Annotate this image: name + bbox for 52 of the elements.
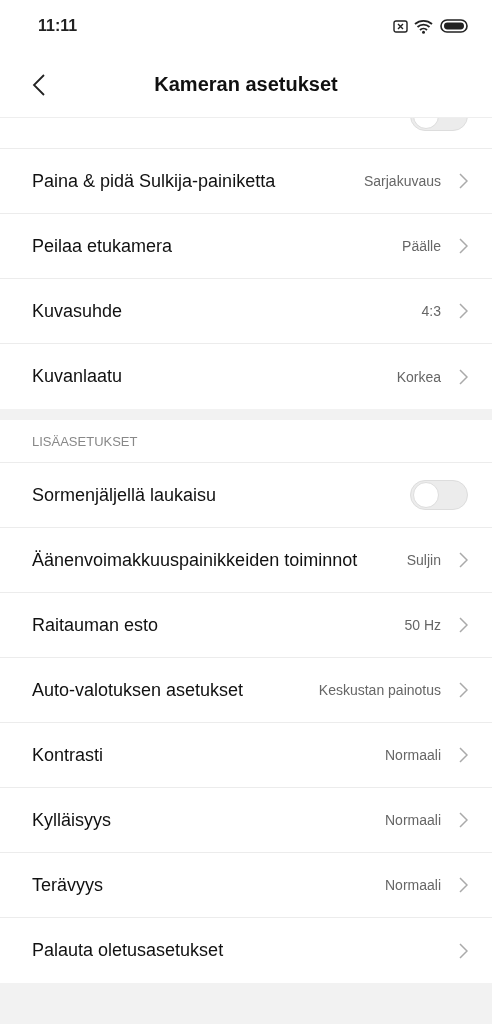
setting-label: Raitauman esto (32, 613, 160, 637)
back-button[interactable] (32, 72, 46, 97)
chevron-icon (459, 617, 468, 633)
setting-row[interactable]: Palauta oletusasetukset (0, 918, 492, 983)
setting-label: Kylläisyys (32, 808, 112, 832)
setting-value: Suljin (406, 552, 441, 568)
chevron-icon (459, 303, 468, 319)
page-title: Kameran asetukset (154, 73, 338, 96)
chevron-icon (459, 682, 468, 698)
chevron-icon (459, 747, 468, 763)
chevron-icon (459, 552, 468, 568)
setting-row[interactable]: Kontrasti Normaali (0, 723, 492, 788)
section-heading: LISÄASETUKSET (0, 420, 492, 463)
wifi-icon (414, 18, 434, 34)
chevron-icon (459, 238, 468, 254)
setting-row[interactable]: Terävyys Normaali (0, 853, 492, 918)
clock-time: 11:11 (38, 17, 78, 35)
setting-value: Normaali (385, 747, 441, 763)
setting-value: Normaali (385, 812, 441, 828)
setting-label: Sormenjäljellä laukaisu (32, 483, 218, 507)
setting-value: 4:3 (421, 303, 441, 319)
setting-row[interactable]: Raitauman esto 50 Hz (0, 593, 492, 658)
setting-label: Äänenvoimakkuuspainikkeiden toiminnot (32, 548, 359, 572)
setting-label: Kuvanlaatu (32, 365, 124, 388)
setting-row[interactable]: Kylläisyys Normaali (0, 788, 492, 853)
setting-row[interactable]: Äänenvoimakkuuspainikkeiden toiminnot Suljin (0, 528, 492, 593)
setting-value: Normaali (385, 877, 441, 893)
setting-label: Peilaa etukamera (32, 234, 174, 258)
toggle-switch[interactable] (410, 480, 468, 510)
setting-label: Auto-valotuksen asetukset (32, 678, 245, 702)
chevron-icon (459, 812, 468, 828)
setting-value: Keskustan painotus (318, 682, 441, 698)
setting-row[interactable]: Peilaa etukamera Päälle (0, 214, 492, 279)
setting-label: Kuvasuhde (32, 299, 124, 323)
chevron-icon (459, 368, 468, 385)
setting-row[interactable]: Kuvasuhde 4:3 (0, 279, 492, 344)
setting-label: Terävyys (32, 873, 104, 897)
chevron-icon (459, 877, 468, 893)
setting-label: Kontrasti (32, 743, 105, 767)
setting-value: Päälle (402, 238, 441, 254)
setting-value: 50 Hz (404, 617, 441, 633)
setting-value: Sarjakuvaus (363, 173, 441, 189)
setting-value: Korkea (396, 368, 441, 385)
battery-icon (440, 19, 468, 33)
setting-row[interactable]: Auto-valotuksen asetukset Keskustan painotus (0, 658, 492, 723)
setting-row[interactable]: Paina & pidä Sulkija-painiketta Sarjakuvaus (0, 149, 492, 214)
setting-label: Paina & pidä Sulkija-painiketta (32, 169, 277, 193)
no-sim-icon (393, 19, 408, 33)
chevron-icon (459, 942, 468, 959)
setting-row[interactable]: Kuvanlaatu Korkea (0, 344, 492, 409)
setting-label: Palauta oletusasetukset (32, 939, 225, 962)
chevron-icon (459, 173, 468, 189)
